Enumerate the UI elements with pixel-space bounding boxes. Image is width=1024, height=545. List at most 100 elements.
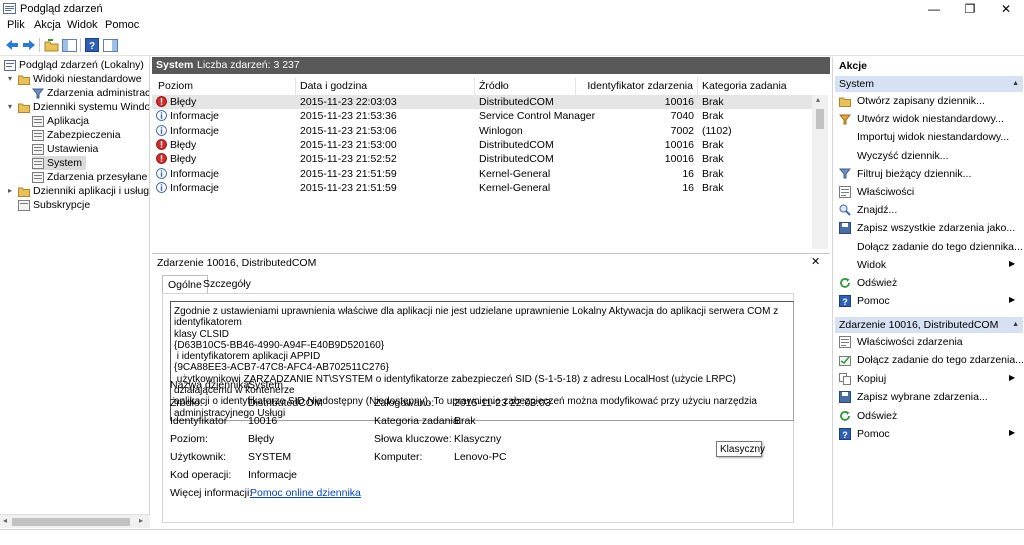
collapse-icon[interactable]: ▾ — [8, 102, 16, 111]
collapse-up-icon[interactable]: ▲ — [1012, 321, 1019, 328]
svg-text:?: ? — [842, 297, 848, 307]
column-header-category[interactable]: Kategoria zadania — [698, 77, 812, 95]
field-id: 10016 — [248, 415, 278, 427]
event-viewer-app-icon — [3, 3, 16, 14]
tree-custom-views[interactable]: Widoki niestandardowe — [18, 72, 142, 86]
action-label: Utwórz widok niestandardowy... — [857, 113, 1004, 126]
up-folder-icon[interactable] — [43, 37, 59, 53]
refresh-icon — [839, 410, 851, 422]
folder-icon — [18, 187, 30, 197]
cell-category: Brak — [702, 153, 724, 166]
menu-file[interactable]: Plik — [7, 19, 25, 31]
scroll-up-icon[interactable]: ▴ — [816, 95, 820, 104]
help-icon[interactable]: ? — [84, 37, 100, 53]
minimize-button[interactable]: — — [916, 0, 952, 18]
table-row[interactable]: Informacje 2015-11-23 21:51:59 Kernel-Gene… — [152, 181, 812, 195]
show-hide-tree-icon[interactable] — [61, 37, 77, 53]
action-item[interactable]: Filtruj bieżący dziennik... — [837, 166, 1021, 182]
tree-security[interactable]: Zabezpieczenia — [32, 128, 121, 142]
table-row[interactable]: Błędy 2015-11-23 22:03:03 DistributedCOM 10… — [152, 95, 812, 109]
action-item[interactable]: Zapisz wszystkie zdarzenia jako... — [837, 220, 1021, 236]
tab-details[interactable]: Szczegóły — [198, 275, 256, 293]
maximize-button[interactable]: ❐ — [952, 0, 988, 18]
tree-forwarded[interactable]: Zdarzenia przesyłane dalej — [32, 170, 149, 184]
action-item[interactable]: Wyczyść dziennik... — [837, 148, 1021, 164]
actions-section-system[interactable]: System ▲ — [835, 76, 1023, 92]
action-item[interactable]: Otwórz zapisany dziennik... — [837, 93, 1021, 109]
expand-icon[interactable]: ▸ — [8, 186, 16, 195]
info-icon — [156, 124, 167, 136]
tree-subscriptions[interactable]: Subskrypcje — [18, 198, 90, 212]
tree-application-label: Aplikacja — [47, 115, 90, 127]
tree-windows-logs[interactable]: Dzienniki systemu Windows — [18, 100, 149, 114]
tree-admin-events[interactable]: Zdarzenia administracyjne — [32, 86, 149, 100]
cell-event-id: 7040 — [670, 110, 694, 123]
find-icon — [839, 204, 851, 216]
column-header-event-id[interactable]: Identyfikator zdarzenia — [576, 77, 698, 95]
online-help-link[interactable]: Pomoc online dziennika — [250, 487, 361, 499]
scroll-right-icon[interactable]: ▸ — [139, 516, 143, 525]
field-computer: Lenovo-PC — [454, 451, 507, 463]
cell-source: DistributedCOM — [479, 138, 554, 151]
cell-category: Brak — [702, 96, 724, 108]
action-item[interactable]: ? Pomoc ▶ — [837, 426, 1021, 442]
action-item[interactable]: Odśwież — [837, 275, 1021, 291]
grid-vertical-scrollbar[interactable]: ▴ — [812, 95, 828, 249]
menu-view[interactable]: Widok — [67, 19, 98, 31]
action-item[interactable]: Utwórz widok niestandardowy... — [837, 111, 1021, 127]
column-header-level[interactable]: Poziom — [152, 77, 296, 95]
action-item[interactable]: Odśwież — [837, 408, 1021, 424]
actions-section-event-label: Zdarzenie 10016, DistributedCOM — [839, 319, 999, 331]
save-icon — [839, 391, 851, 404]
action-item[interactable]: Importuj widok niestandardowy... — [837, 129, 1021, 145]
tree-application[interactable]: Aplikacja — [32, 114, 89, 128]
table-row[interactable]: Informacje 2015-11-23 21:51:59 Kernel-Gene… — [152, 167, 812, 181]
action-item[interactable]: Zapisz wybrane zdarzenia... — [837, 389, 1021, 405]
table-row[interactable]: Błędy 2015-11-23 21:52:52 DistributedCOM 10… — [152, 152, 812, 166]
collapse-up-icon[interactable]: ▲ — [1012, 80, 1019, 87]
action-item[interactable]: Właściwości — [837, 184, 1021, 200]
close-button[interactable]: ✕ — [988, 0, 1024, 18]
column-header-date[interactable]: Data i godzina — [296, 77, 475, 95]
actions-title: Akcje — [839, 60, 868, 72]
tree-setup[interactable]: Ustawienia — [32, 142, 98, 156]
action-label: Filtruj bieżący dziennik... — [857, 167, 972, 180]
action-item[interactable]: Znajdź... — [837, 202, 1021, 218]
tree-forwarded-label: Zdarzenia przesyłane dalej — [47, 171, 149, 183]
action-label: Odśwież — [857, 277, 898, 289]
menu-action[interactable]: Akcja — [34, 19, 61, 31]
action-item[interactable]: ? Pomoc ▶ — [837, 293, 1021, 309]
tree-app-service-logs[interactable]: Dzienniki aplikacji i usług — [18, 184, 149, 198]
table-row[interactable]: Informacje 2015-11-23 21:53:36 Service Con… — [152, 109, 812, 123]
scrollbar-thumb[interactable] — [816, 109, 824, 129]
action-item[interactable]: Kopiuj ▶ — [837, 371, 1021, 387]
column-header-source[interactable]: Źródło — [475, 77, 576, 95]
action-label: Wyczyść dziennik... — [857, 149, 949, 162]
table-row[interactable]: Błędy 2015-11-23 21:53:00 DistributedCOM 10… — [152, 138, 812, 152]
action-item[interactable]: Dołącz zadanie do tego zdarzenia... — [837, 352, 1024, 368]
tree-root[interactable]: Podgląd zdarzeń (Lokalny) — [4, 58, 144, 72]
forward-arrow-icon[interactable] — [21, 37, 37, 53]
menu-help[interactable]: Pomoc — [105, 19, 139, 31]
cell-category: Brak — [702, 181, 724, 194]
help-icon: ? — [839, 428, 851, 440]
table-row[interactable]: Informacje 2015-11-23 21:53:06 Winlogon 700… — [152, 124, 812, 138]
tree-system[interactable]: System — [32, 156, 87, 170]
keywords-tooltip: Klasyczny — [716, 441, 765, 457]
action-label: Dołącz zadanie do tego zdarzenia... — [857, 354, 1024, 367]
log-icon — [32, 129, 44, 141]
close-detail-icon[interactable]: ✕ — [811, 255, 820, 268]
collapse-icon[interactable]: ▾ — [8, 74, 16, 83]
scrollbar-thumb[interactable] — [12, 518, 130, 526]
actions-section-event[interactable]: Zdarzenie 10016, DistributedCOM ▲ — [835, 317, 1023, 333]
scroll-left-icon[interactable]: ◂ — [3, 516, 7, 525]
action-label: Dołącz zadanie do tego dziennika... — [857, 240, 1023, 253]
action-item[interactable]: Właściwości zdarzenia — [837, 334, 1021, 350]
show-actions-pane-icon[interactable] — [102, 37, 118, 53]
info-icon — [156, 110, 167, 122]
back-arrow-icon[interactable] — [4, 37, 20, 53]
menu-bar: Plik Akcja Widok Pomoc — [0, 18, 1024, 34]
action-item[interactable]: Dołącz zadanie do tego dziennika... — [837, 239, 1023, 255]
tree-horizontal-scrollbar[interactable]: ◂ ▸ — [0, 514, 150, 528]
action-item[interactable]: Widok ▶ — [837, 257, 1021, 273]
